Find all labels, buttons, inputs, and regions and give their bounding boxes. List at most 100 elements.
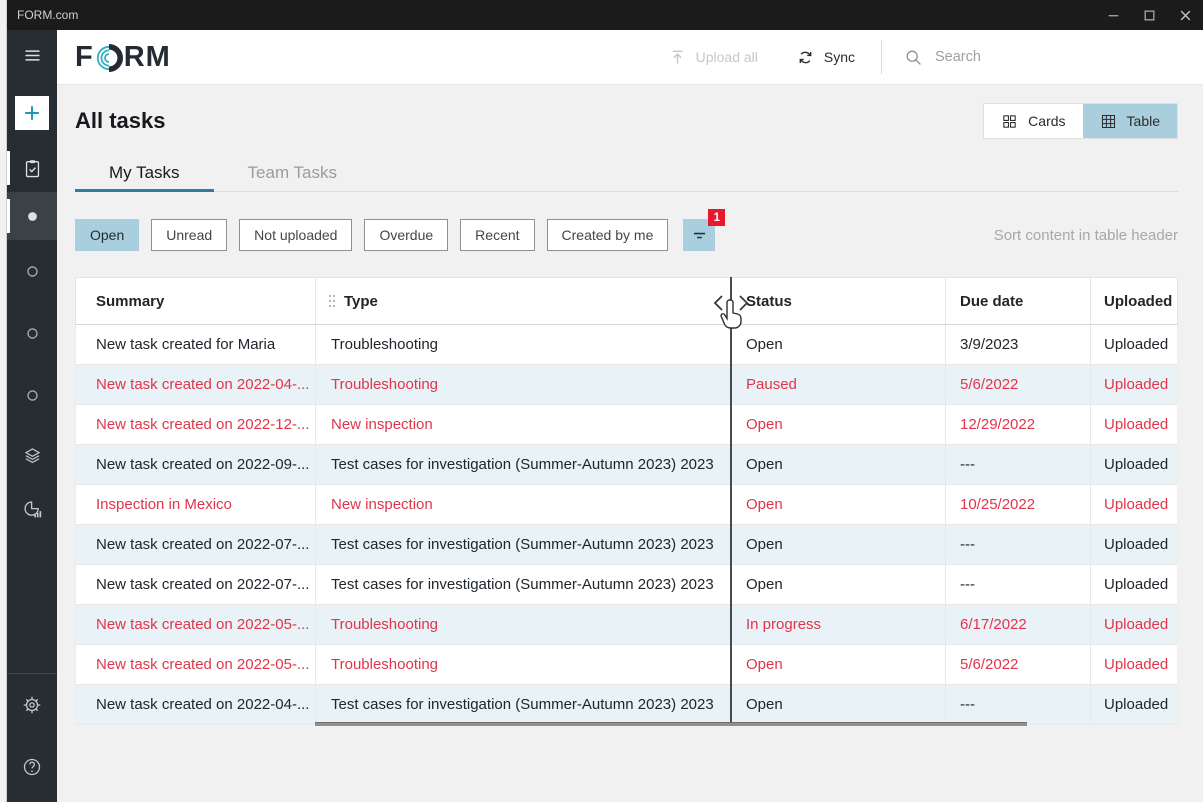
column-header-label: Summary [96, 293, 164, 310]
cell-type: Troubleshooting [316, 605, 732, 644]
form-logo: F RM [75, 41, 171, 74]
table-row[interactable]: New task created on 2022-04-... Test cas… [76, 685, 1177, 725]
cell-type: Troubleshooting [316, 325, 732, 364]
sidebar-item-forms[interactable] [7, 426, 57, 484]
table-row[interactable]: New task created on 2022-09-... Test cas… [76, 445, 1177, 485]
table-row[interactable]: New task created on 2022-07-... Test cas… [76, 525, 1177, 565]
cell-due-date: --- [946, 445, 1091, 484]
column-header[interactable]: Uploaded [1091, 278, 1179, 324]
table-body: New task created for Maria Troubleshooti… [75, 325, 1178, 725]
filter-chips: Open Unread Not uploaded Overdue Recent Creat… [75, 219, 680, 251]
horizontal-scrollbar-thumb[interactable] [315, 722, 1027, 726]
filter-icon [690, 226, 709, 245]
tab-label: Team Tasks [248, 163, 337, 183]
cell-summary: New task created for Maria [76, 325, 316, 364]
cell-summary: New task created on 2022-07-... [76, 525, 316, 564]
filter-chip[interactable]: Recent [460, 219, 534, 251]
cell-uploaded: Uploaded [1091, 445, 1179, 484]
minimize-button[interactable] [1095, 0, 1131, 30]
cell-due-date: 10/25/2022 [946, 485, 1091, 524]
more-filters-button[interactable]: 1 [683, 219, 715, 251]
drag-handle-icon[interactable] [327, 293, 337, 309]
cell-type: New inspection [316, 485, 732, 524]
table-row[interactable]: Inspection in Mexico New inspection Open… [76, 485, 1177, 525]
sidebar-item-section-2[interactable] [7, 302, 57, 364]
filter-chip[interactable]: Not uploaded [239, 219, 352, 251]
app-header: F RM Upload all [57, 30, 1203, 85]
cell-uploaded: Uploaded [1091, 485, 1179, 524]
cell-due-date: --- [946, 565, 1091, 604]
minimize-icon [1107, 9, 1120, 22]
cell-status: Open [732, 645, 946, 684]
cell-due-date: --- [946, 525, 1091, 564]
column-header[interactable]: Type [316, 278, 732, 324]
window-title: FORM.com [17, 8, 78, 22]
sidebar-bottom [7, 673, 57, 802]
toolbar-divider [881, 40, 882, 74]
sidebar-item-all-tasks[interactable] [7, 192, 57, 240]
upload-all-button[interactable]: Upload all [668, 48, 758, 67]
filter-count-badge: 1 [708, 209, 725, 226]
cell-status: Paused [732, 365, 946, 404]
table-row[interactable]: New task created on 2022-05-... Troubles… [76, 645, 1177, 685]
cell-summary: New task created on 2022-07-... [76, 565, 316, 604]
screen: FORM.com [0, 0, 1203, 802]
cell-type: Troubleshooting [316, 645, 732, 684]
view-toggle-option[interactable]: Cards [984, 104, 1082, 138]
table-header-row: Summary Type Status Due date Uploaded [75, 277, 1178, 325]
table-row[interactable]: New task created on 2022-12-... New insp… [76, 405, 1177, 445]
cell-type: New inspection [316, 405, 732, 444]
cell-uploaded: Uploaded [1091, 525, 1179, 564]
maximize-button[interactable] [1131, 0, 1167, 30]
cell-due-date: 3/9/2023 [946, 325, 1091, 364]
resize-cursor-icon [706, 288, 756, 336]
new-task-button[interactable] [15, 96, 49, 130]
sidebar-item-reports[interactable] [7, 484, 57, 534]
column-header[interactable]: Summary [76, 278, 316, 324]
filter-chip[interactable]: Open [75, 219, 139, 251]
search-input[interactable] [935, 49, 1175, 65]
filter-chip[interactable]: Overdue [364, 219, 448, 251]
view-toggle-option[interactable]: Table [1083, 104, 1177, 138]
sidebar-item-tasks[interactable] [7, 144, 57, 192]
cell-summary: New task created on 2022-04-... [76, 365, 316, 404]
cell-summary: New task created on 2022-05-... [76, 645, 316, 684]
filter-chip[interactable]: Unread [151, 219, 227, 251]
close-button[interactable] [1167, 0, 1203, 30]
sync-button[interactable]: Sync [796, 48, 855, 67]
nav-circle-icon [22, 323, 43, 344]
background-window-edge [0, 0, 7, 802]
table-row[interactable]: New task created on 2022-04-... Troubles… [76, 365, 1177, 405]
cell-summary: New task created on 2022-05-... [76, 605, 316, 644]
menu-button[interactable] [7, 30, 57, 80]
cell-type: Test cases for investigation (Summer-Aut… [316, 565, 732, 604]
cell-summary: New task created on 2022-12-... [76, 405, 316, 444]
logo-letter-f: F [75, 41, 94, 74]
tab[interactable]: Team Tasks [214, 155, 371, 191]
cell-status: Open [732, 685, 946, 724]
form-app-window: FORM.com [7, 0, 1203, 802]
column-header-label: Uploaded [1104, 293, 1172, 310]
sync-icon [796, 48, 815, 67]
table-row[interactable]: New task created on 2022-05-... Troubles… [76, 605, 1177, 645]
sidebar-item-section-3[interactable] [7, 364, 57, 426]
table-row[interactable]: New task created for Maria Troubleshooti… [76, 325, 1177, 365]
settings-button[interactable] [7, 674, 57, 736]
upload-icon [668, 48, 687, 67]
cell-uploaded: Uploaded [1091, 405, 1179, 444]
column-header[interactable]: Status [732, 278, 946, 324]
cell-summary: New task created on 2022-04-... [76, 685, 316, 724]
help-button[interactable] [7, 736, 57, 798]
reports-icon [22, 499, 43, 520]
cell-uploaded: Uploaded [1091, 645, 1179, 684]
column-resize-guide[interactable] [730, 277, 732, 726]
column-header[interactable]: Due date [946, 278, 1091, 324]
cell-uploaded: Uploaded [1091, 565, 1179, 604]
filter-chip[interactable]: Created by me [547, 219, 669, 251]
sidebar-item-section-1[interactable] [7, 240, 57, 302]
close-icon [1179, 9, 1192, 22]
cell-uploaded: Uploaded [1091, 605, 1179, 644]
tab[interactable]: My Tasks [75, 155, 214, 191]
cell-type: Test cases for investigation (Summer-Aut… [316, 525, 732, 564]
table-row[interactable]: New task created on 2022-07-... Test cas… [76, 565, 1177, 605]
